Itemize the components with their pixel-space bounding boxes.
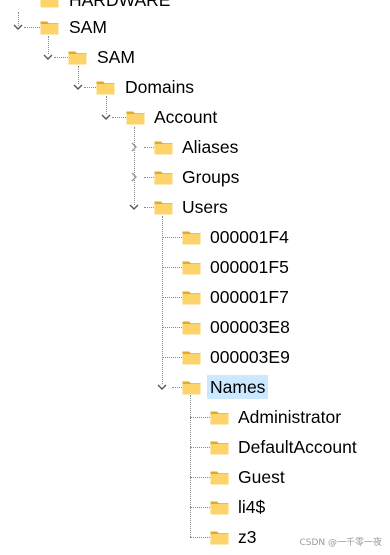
- tree-item-label: 000003E8: [210, 317, 290, 337]
- watermark: CSDN @一千零一夜: [299, 538, 382, 548]
- tree-item-000003e8[interactable]: 000003E8: [0, 314, 390, 340]
- registry-key-tree: HARDWARE SAM SAM Domains Account Aliases: [0, 0, 390, 555]
- tree-item-label: Users: [182, 197, 228, 217]
- tree-item-label: Aliases: [182, 137, 239, 157]
- tree-item-names[interactable]: Names: [0, 374, 390, 400]
- chevron-down-icon[interactable]: [100, 111, 112, 123]
- folder-icon: [210, 439, 229, 455]
- tree-item-label: SAM: [69, 17, 107, 37]
- tree-item-label: Administrator: [238, 407, 342, 427]
- tree-item-administrator[interactable]: Administrator: [0, 404, 390, 430]
- tree-item-000001f4[interactable]: 000001F4: [0, 224, 390, 250]
- chevron-down-icon[interactable]: [156, 381, 168, 393]
- chevron-down-icon[interactable]: [42, 51, 54, 63]
- tree-item-label: SAM: [97, 47, 135, 67]
- folder-icon: [182, 289, 201, 305]
- folder-icon: [154, 139, 173, 155]
- tree-item-000001f5[interactable]: 000001F5: [0, 254, 390, 280]
- folder-icon: [40, 19, 59, 35]
- folder-icon: [210, 469, 229, 485]
- tree-item-hardware[interactable]: HARDWARE: [0, 0, 390, 13]
- tree-item-label: 000001F7: [210, 287, 289, 307]
- tree-item-label: HARDWARE: [69, 0, 171, 10]
- tree-item-sam[interactable]: SAM: [0, 44, 390, 70]
- folder-icon: [154, 199, 173, 215]
- folder-icon: [68, 49, 87, 65]
- tree-item-label: Domains: [125, 77, 195, 97]
- tree-item-000001f7[interactable]: 000001F7: [0, 284, 390, 310]
- folder-icon: [126, 109, 145, 125]
- tree-item-sam-root[interactable]: SAM: [0, 14, 390, 40]
- folder-icon: [210, 499, 229, 515]
- tree-item-label: 000001F4: [210, 227, 289, 247]
- tree-item-defaultaccount[interactable]: DefaultAccount: [0, 434, 390, 460]
- folder-icon: [182, 349, 201, 365]
- tree-item-000003e9[interactable]: 000003E9: [0, 344, 390, 370]
- chevron-right-icon[interactable]: [128, 171, 140, 183]
- chevron-down-icon[interactable]: [128, 201, 140, 213]
- tree-item-label: 000003E9: [210, 347, 290, 367]
- tree-item-label: Names: [207, 375, 269, 399]
- folder-icon: [182, 229, 201, 245]
- tree-item-label: DefaultAccount: [238, 437, 357, 457]
- chevron-right-icon[interactable]: [128, 141, 140, 153]
- chevron-down-icon[interactable]: [12, 21, 24, 33]
- folder-icon: [182, 319, 201, 335]
- tree-item-li4[interactable]: li4$: [0, 494, 390, 520]
- folder-icon: [40, 0, 59, 8]
- tree-item-label: Account: [154, 107, 218, 127]
- folder-icon: [182, 379, 201, 395]
- tree-item-users[interactable]: Users: [0, 194, 390, 220]
- tree-item-aliases[interactable]: Aliases: [0, 134, 390, 160]
- tree-item-label: Guest: [238, 467, 285, 487]
- chevron-down-icon[interactable]: [72, 81, 84, 93]
- folder-icon: [210, 409, 229, 425]
- tree-item-account[interactable]: Account: [0, 104, 390, 130]
- tree-item-groups[interactable]: Groups: [0, 164, 390, 190]
- tree-item-label: z3: [238, 527, 257, 547]
- folder-icon: [182, 259, 201, 275]
- tree-item-label: 000001F5: [210, 257, 289, 277]
- folder-icon: [210, 529, 229, 545]
- tree-item-guest[interactable]: Guest: [0, 464, 390, 490]
- tree-item-domains[interactable]: Domains: [0, 74, 390, 100]
- folder-icon: [154, 169, 173, 185]
- tree-item-label: li4$: [238, 497, 266, 517]
- tree-item-label: Groups: [182, 167, 240, 187]
- folder-icon: [96, 79, 115, 95]
